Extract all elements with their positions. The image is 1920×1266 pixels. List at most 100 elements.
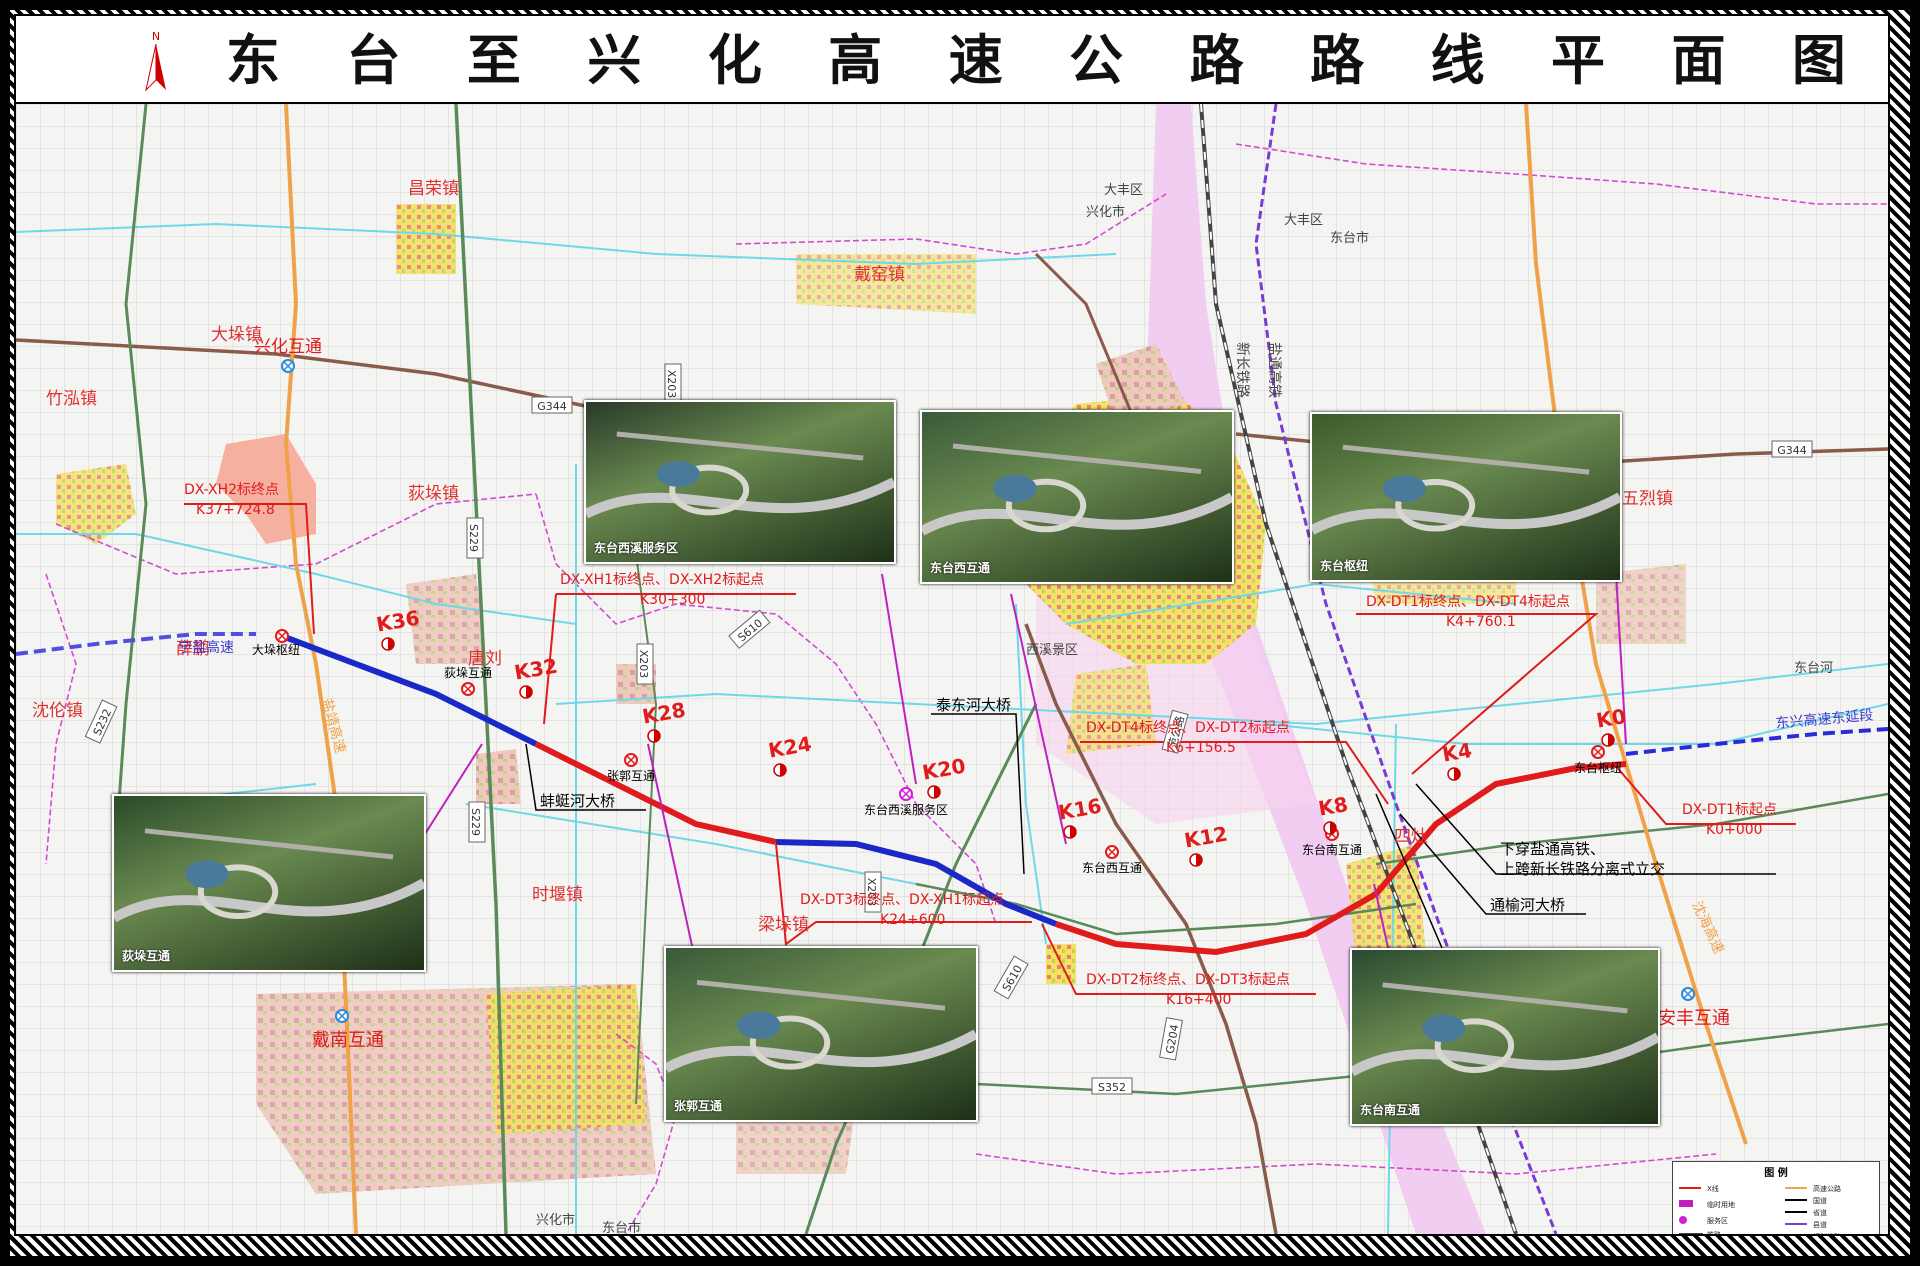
title-bar: N 东台至兴化高速公路路线平面图: [16, 16, 1888, 104]
town-label: 五烈镇: [1622, 489, 1673, 509]
title-char: 台: [346, 28, 401, 92]
admin-label: 西溪景区: [1026, 643, 1078, 658]
admin-label: 东台市: [602, 1220, 641, 1234]
legend-symbol: [1785, 1223, 1807, 1225]
title-char: 公: [1069, 28, 1124, 92]
road-name-label: 盐通高铁: [1266, 342, 1283, 398]
legend-item-label: 铁路: [1707, 1231, 1721, 1236]
bridge-label: 蚌蜓河大桥: [540, 792, 615, 810]
section-label-text: DX-XH1标终点、DX-XH2标起点: [560, 572, 764, 588]
title-char: 速: [948, 28, 1003, 92]
town-label: 竹泓镇: [46, 389, 97, 409]
road-shield-label: G344: [1777, 444, 1807, 457]
admin-label: 东台河: [1794, 661, 1833, 676]
admin-label: 兴化市: [536, 1212, 575, 1228]
north-arrow-icon: N: [145, 30, 166, 92]
map-frame: N 东台至兴化高速公路路线平面图 昌荣镇 戴窑镇 大垛镇 竹泓镇 荻垛镇 唐刘 …: [0, 0, 1920, 1266]
interchange-label: 东台西互通: [1082, 860, 1142, 875]
section-label-text: DX-DT1标起点: [1682, 802, 1777, 818]
section-label-text: DX-XH2标终点: [184, 482, 279, 498]
section-station-text: K37+724.8: [196, 502, 275, 518]
road-shield-label: X203: [665, 370, 678, 399]
road-shield: G344: [1771, 440, 1813, 458]
legend-item-label: X线: [1707, 1185, 1719, 1193]
town-label: 时堰镇: [532, 885, 583, 905]
map-canvas: N 东台至兴化高速公路路线平面图 昌荣镇 戴窑镇 大垛镇 竹泓镇 荻垛镇 唐刘 …: [14, 14, 1890, 1236]
legend-item-label: 高速公路: [1813, 1185, 1841, 1193]
town-label: 沈伦镇: [32, 701, 83, 721]
admin-label: 东台市: [1330, 230, 1369, 246]
section-station-text: K30+300: [640, 592, 705, 608]
title-char: 兴: [587, 28, 642, 92]
legend-symbol: [1785, 1199, 1807, 1201]
title-char: 平: [1550, 28, 1605, 92]
town-label: 戴窑镇: [854, 265, 905, 285]
interchange-label: 大垛枢纽: [252, 642, 300, 657]
section-station-text: K4+760.1: [1446, 614, 1516, 630]
admin-label: 兴化市: [1086, 204, 1125, 220]
legend-symbol: [1679, 1187, 1701, 1189]
aerial-photo: 东台南互通: [1350, 948, 1660, 1126]
road-name-label: 宁盐高速: [178, 639, 234, 656]
interchange-label: 兴化互通: [254, 337, 322, 357]
interchange-label: 戴南互通: [312, 1030, 384, 1051]
stake-label: K4: [1441, 738, 1474, 767]
admin-label: 大丰区: [1104, 183, 1143, 198]
legend-item-label: 临时用地: [1707, 1201, 1735, 1209]
interchange-label: 东台南互通: [1302, 842, 1362, 857]
title-char: 面: [1671, 28, 1726, 92]
legend-item-label: 服务区: [1707, 1217, 1728, 1225]
road-shield: X203: [664, 363, 682, 405]
aerial-photo: 荻垛互通: [112, 794, 426, 972]
section-label-text: DX-DT3标终点、DX-XH1标起点: [800, 892, 1004, 908]
photo-caption: 东台西溪服务区: [594, 541, 679, 555]
legend-symbol: [1785, 1235, 1807, 1236]
section-station-text: K16+400: [1166, 992, 1231, 1008]
aerial-photo: 张郭互通: [664, 946, 978, 1122]
bridge-label: 泰东河大桥: [936, 696, 1011, 714]
legend-title: 图 例: [1764, 1168, 1788, 1179]
photo-caption: 张郭互通: [674, 1099, 723, 1113]
interchange-label: 荻垛互通: [444, 665, 492, 680]
photo-caption: 荻垛互通: [122, 949, 171, 963]
stake-label: K0: [1595, 704, 1628, 733]
interchange-label: 安丰互通: [1658, 1008, 1730, 1029]
title-char: 高: [828, 28, 883, 92]
legend-symbol: [1785, 1187, 1807, 1189]
interchange-label: 东台西溪服务区: [864, 802, 948, 817]
legend-symbol: [1785, 1211, 1807, 1213]
bridge-label: 通榆河大桥: [1490, 896, 1565, 914]
road-shield: S229: [468, 801, 486, 843]
legend-symbol: [1679, 1200, 1693, 1207]
crossing-note-line: 下穿盐通高铁、: [1500, 840, 1605, 858]
town-label: 昌荣镇: [408, 179, 459, 199]
road-shield-label: X203: [637, 650, 650, 679]
title-char: 化: [707, 28, 762, 92]
legend-symbol: [1679, 1216, 1687, 1224]
aerial-photo: 东台枢纽: [1310, 412, 1622, 582]
legend-box: 图 例 X线临时用地服务区 高速公路国道省道县道铁路 规划铁路: [1672, 1161, 1880, 1236]
interchange-label: 张郭互通: [607, 769, 655, 783]
map-title: 东台至兴化高速公路路线平面图: [226, 30, 1846, 90]
town-label: 荻垛镇: [408, 484, 459, 504]
road-shield-label: S229: [467, 524, 480, 552]
photo-caption: 东台西互通: [930, 561, 991, 575]
section-label-text: DX-DT1标终点、DX-DT4标起点: [1366, 594, 1570, 610]
legend-item-label: 省道: [1813, 1209, 1827, 1217]
road-shield: X203: [636, 643, 654, 685]
aerial-photo: 东台西互通: [920, 410, 1234, 584]
photo-caption: 东台枢纽: [1320, 559, 1369, 573]
photo-caption: 东台南互通: [1360, 1103, 1421, 1117]
road-shield: G344: [531, 396, 573, 414]
road-shield: S352: [1091, 1077, 1133, 1095]
title-char: 图: [1791, 28, 1846, 92]
stake-label: K8: [1317, 792, 1350, 821]
road-shield-label: G344: [537, 400, 567, 413]
title-char: 线: [1430, 28, 1485, 92]
admin-label: 大丰区: [1284, 213, 1323, 228]
title-char: 至: [466, 28, 521, 92]
legend-item-label: 规划铁路: [1813, 1232, 1841, 1234]
town-label: 四灶: [1394, 827, 1428, 847]
crossing-note-line: 上跨新长铁路分离式立交: [1500, 860, 1665, 878]
section-label-text: DX-DT4标终点、DX-DT2标起点: [1086, 720, 1290, 736]
